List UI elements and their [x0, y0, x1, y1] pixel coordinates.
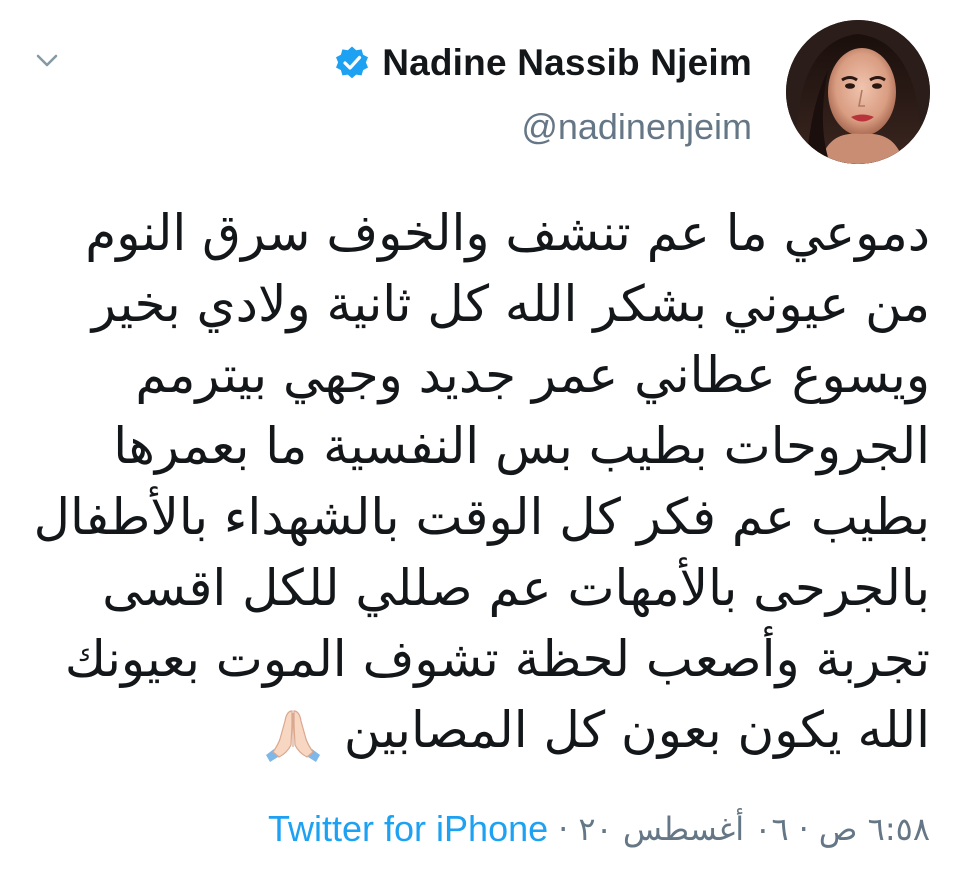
folded-hands-icon: [266, 709, 320, 762]
tweet-line: بطيب عم فكر كل الوقت بالشهداء بالأطفال: [33, 488, 930, 546]
tweet-meta: ٦:٥٨ ص · ٠٦ أغسطس ٢٠ · Twitter for iPhon…: [268, 808, 930, 850]
tweet-date[interactable]: ٠٦ أغسطس ٢٠: [578, 810, 788, 848]
tweet-line: الجروحات بطيب بس النفسية ما بعمرها: [113, 417, 930, 475]
verified-badge-icon: [336, 46, 369, 79]
tweet-line: تجربة وأصعب لحظة تشوف الموت بعيونك: [64, 630, 930, 688]
tweet-line-text: الله يكون بعون كل المصابين: [343, 701, 930, 759]
display-name: Nadine Nassib Njeim: [382, 42, 752, 83]
tweet-source-link[interactable]: Twitter for iPhone: [268, 808, 548, 850]
tweet-line: من عيوني بشكر الله كل ثانية ولادي بخير: [91, 275, 930, 333]
author-name-row[interactable]: Nadine Nassib Njeim: [334, 38, 752, 88]
separator-dot: ·: [558, 810, 569, 848]
chevron-down-icon[interactable]: [30, 44, 64, 78]
tweet-line-last: الله يكون بعون كل المصابين: [40, 695, 930, 766]
separator-dot: ·: [798, 810, 809, 848]
tweet-line: دموعي ما عم تنشف والخوف سرق النوم: [85, 204, 930, 262]
tweet-text: دموعي ما عم تنشف والخوف سرق النوم من عيو…: [33, 198, 930, 766]
tweet-line: ويسوع عطاني عمر جديد وجهي بيترمم: [135, 346, 930, 404]
tweet-time[interactable]: ٦:٥٨ ص: [819, 810, 930, 848]
handle[interactable]: @nadinenjeim: [521, 106, 752, 148]
avatar-photo: [786, 20, 930, 164]
avatar[interactable]: [786, 20, 930, 164]
tweet-line: بالجرحى بالأمهات عم صللي للكل اقسى: [102, 559, 930, 617]
